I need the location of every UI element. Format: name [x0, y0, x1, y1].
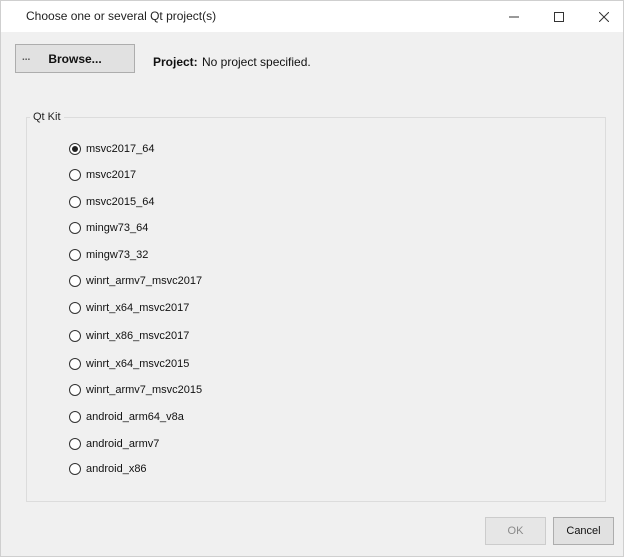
qt-kit-option-label: msvc2017_64 — [86, 143, 155, 155]
qt-kit-option-label: winrt_x64_msvc2015 — [86, 358, 190, 370]
qt-kit-option[interactable]: msvc2015_64 — [69, 194, 155, 210]
qt-kit-option[interactable]: android_x86 — [69, 461, 147, 477]
close-icon — [599, 11, 609, 22]
radio-button[interactable] — [69, 438, 81, 450]
qt-kit-option[interactable]: winrt_x64_msvc2015 — [69, 356, 189, 372]
qt-kit-option-label: msvc2015_64 — [86, 196, 155, 208]
radio-button[interactable] — [69, 463, 81, 475]
qt-kit-option[interactable]: winrt_x86_msvc2017 — [69, 328, 189, 344]
cancel-button-label: Cancel — [566, 525, 601, 537]
minimize-button[interactable] — [491, 1, 537, 32]
qt-kit-option-label: winrt_x64_msvc2017 — [86, 302, 190, 314]
qt-kit-option[interactable]: mingw73_64 — [69, 220, 148, 236]
qt-kit-option-label: mingw73_32 — [86, 249, 149, 261]
title-bar: Choose one or several Qt project(s) — [1, 1, 623, 32]
qt-kit-option-label: mingw73_64 — [86, 222, 149, 234]
radio-button[interactable] — [69, 169, 81, 181]
qt-kit-option[interactable]: msvc2017_64 — [69, 141, 155, 157]
dialog-window: Choose one or several Qt project(s) ... … — [0, 0, 624, 557]
maximize-button[interactable] — [536, 1, 582, 32]
cancel-button[interactable]: Cancel — [553, 517, 614, 545]
window-title: Choose one or several Qt project(s) — [26, 9, 217, 23]
radio-button[interactable] — [69, 222, 81, 234]
radio-button[interactable] — [69, 358, 81, 370]
qt-kit-option-label: msvc2017 — [86, 169, 137, 181]
project-value: No project specified. — [202, 55, 311, 69]
radio-button[interactable] — [69, 275, 81, 287]
browse-button[interactable]: ... Browse... — [15, 44, 135, 73]
qt-kit-option[interactable]: winrt_armv7_msvc2017 — [69, 273, 202, 289]
qt-kit-option-label: android_armv7 — [86, 438, 160, 450]
qt-kit-option[interactable]: winrt_armv7_msvc2015 — [69, 382, 202, 398]
radio-button[interactable] — [69, 249, 81, 261]
close-button[interactable] — [581, 1, 624, 32]
project-label: Project: — [153, 55, 198, 69]
qt-kit-option-label: winrt_x86_msvc2017 — [86, 330, 190, 342]
qt-kit-option-label: winrt_armv7_msvc2017 — [86, 275, 203, 287]
qt-kit-option[interactable]: msvc2017 — [69, 167, 136, 183]
radio-button[interactable] — [69, 384, 81, 396]
browse-button-label: Browse... — [48, 51, 102, 66]
radio-button[interactable] — [69, 302, 81, 314]
qt-kit-option-label: android_x86 — [86, 463, 147, 475]
radio-button[interactable] — [69, 330, 81, 342]
browse-dots: ... — [22, 52, 31, 63]
minimize-icon — [509, 16, 519, 17]
qt-kit-option[interactable]: android_arm64_v8a — [69, 409, 184, 425]
qt-kit-option[interactable]: mingw73_32 — [69, 247, 148, 263]
ok-button-label: OK — [507, 525, 524, 537]
qt-kit-option-label: winrt_armv7_msvc2015 — [86, 384, 203, 396]
qt-kit-option-label: android_arm64_v8a — [86, 411, 184, 423]
qt-kit-option[interactable]: winrt_x64_msvc2017 — [69, 300, 189, 316]
radio-button[interactable] — [69, 411, 81, 423]
qt-kit-option[interactable]: android_armv7 — [69, 436, 159, 452]
qt-kit-legend: Qt Kit — [30, 110, 64, 124]
radio-button[interactable] — [69, 196, 81, 208]
ok-button[interactable]: OK — [485, 517, 546, 545]
maximize-icon — [554, 11, 564, 22]
radio-button[interactable] — [69, 143, 81, 155]
